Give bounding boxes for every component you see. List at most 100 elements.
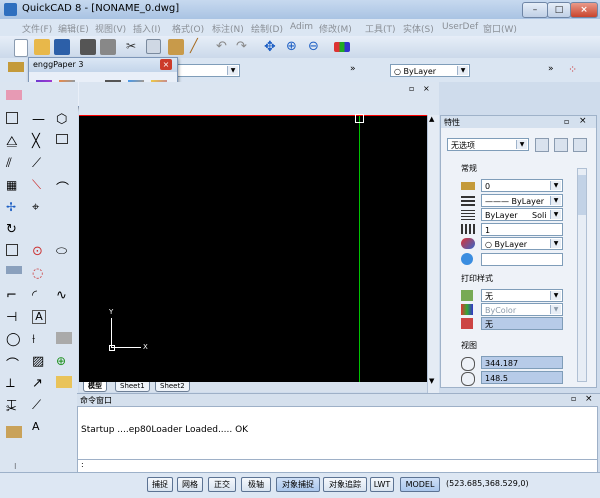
- close-button[interactable]: ×: [570, 2, 598, 18]
- leader-icon[interactable]: ↗: [32, 376, 48, 392]
- command-close-icon[interactable]: ×: [585, 394, 593, 404]
- doc-restore-icon[interactable]: ▫: [409, 84, 414, 93]
- floating-toolbar-close-icon[interactable]: ×: [160, 59, 172, 70]
- select-objects-icon[interactable]: [535, 138, 549, 152]
- selection-dropdown[interactable]: 无选项 ▼: [447, 138, 529, 151]
- floating-toolbar-header[interactable]: enggPaper 3 ×: [29, 58, 177, 72]
- break-icon[interactable]: ◯: [6, 332, 22, 348]
- scroll-up-icon[interactable]: ▲: [429, 115, 434, 123]
- erase-icon[interactable]: [6, 90, 22, 100]
- print-style-dropdown[interactable]: 无 ▼: [481, 289, 563, 302]
- chamfer-icon[interactable]: ⌒: [6, 354, 22, 373]
- minimize-button[interactable]: –: [522, 2, 548, 18]
- lineweight-dropdown[interactable]: ByLayer Soli ▼: [481, 208, 563, 221]
- toolbar-expand-icon[interactable]: ⁝: [14, 462, 17, 471]
- panel-float-icon[interactable]: ▫: [564, 117, 569, 126]
- view-y-field[interactable]: 148.5: [481, 371, 563, 384]
- rectangle-icon[interactable]: [56, 134, 68, 144]
- tab-sheet2[interactable]: Sheet2: [155, 382, 190, 392]
- view-x-field[interactable]: 344.187: [481, 356, 563, 369]
- menu-format[interactable]: 格式(O): [172, 22, 204, 35]
- color-dropdown[interactable]: 0 ▼: [481, 179, 563, 192]
- ellipse-icon[interactable]: ⬭: [56, 244, 72, 260]
- menu-modify[interactable]: 修改(M): [319, 22, 352, 35]
- toolbar-overflow-icon-2[interactable]: »: [548, 64, 554, 74]
- dim-linear-icon[interactable]: ⟊: [32, 332, 48, 348]
- layer-dropdown[interactable]: ▼: [176, 64, 240, 77]
- tab-sheet1[interactable]: Sheet1: [115, 382, 150, 392]
- extend-icon[interactable]: ⊣: [6, 310, 22, 326]
- arc-icon[interactable]: ◜: [32, 288, 48, 304]
- scale-icon[interactable]: [6, 244, 18, 256]
- measure-icon[interactable]: ⟋: [32, 398, 48, 414]
- print-color-dropdown[interactable]: ByColor ▼: [481, 303, 563, 316]
- line-icon[interactable]: —: [32, 112, 48, 128]
- print-table-field[interactable]: 无: [481, 317, 563, 330]
- hatch-icon[interactable]: ▨: [32, 354, 48, 370]
- text-a-icon[interactable]: A: [32, 420, 48, 436]
- snap-button[interactable]: 捕捉: [147, 477, 173, 492]
- canvas-vscroll[interactable]: ▲ ▼: [427, 115, 439, 393]
- point-icon[interactable]: ⌖: [32, 200, 48, 216]
- menu-tools[interactable]: 工具(T): [365, 22, 396, 35]
- snap-settings-icon[interactable]: ⁘: [568, 63, 582, 77]
- drawing-canvas[interactable]: Y X: [79, 114, 427, 383]
- cut-icon[interactable]: ✂: [126, 39, 142, 55]
- otrack-button[interactable]: 对象追踪: [323, 477, 367, 492]
- copy-icon[interactable]: [146, 39, 161, 54]
- command-float-icon[interactable]: ▫: [571, 394, 576, 403]
- circle-tool-icon[interactable]: ⊙: [32, 244, 48, 260]
- menu-userdef[interactable]: UserDef: [442, 22, 478, 32]
- add-icon[interactable]: ⊕: [56, 354, 72, 370]
- polygon-icon[interactable]: ⬡: [56, 112, 72, 128]
- arc-3p-icon[interactable]: ⌒: [56, 178, 72, 197]
- menu-draw[interactable]: 绘制(D): [251, 22, 283, 35]
- rotate-icon[interactable]: ↻: [6, 222, 22, 238]
- panel-scroll-thumb[interactable]: [578, 175, 586, 215]
- plotcolor-dropdown[interactable]: ○ ByLayer ▼: [481, 237, 563, 250]
- ray-icon[interactable]: ⟍: [32, 178, 48, 194]
- quick-select-icon[interactable]: [554, 138, 568, 152]
- insert-block-icon[interactable]: [56, 332, 72, 344]
- trim-cut-icon[interactable]: ✂: [6, 402, 22, 418]
- fillet-icon[interactable]: ⟂: [6, 376, 22, 392]
- command-input[interactable]: :: [77, 459, 598, 473]
- circle-3p-icon[interactable]: ◌: [32, 266, 48, 282]
- spline-icon[interactable]: ∿: [56, 288, 72, 304]
- model-button[interactable]: MODEL: [400, 477, 440, 492]
- xline-icon[interactable]: ╳: [32, 134, 48, 150]
- menu-dimension[interactable]: 标注(N): [212, 22, 244, 35]
- menu-insert[interactable]: 插入(I): [133, 22, 161, 35]
- array-icon[interactable]: ▦: [6, 178, 22, 194]
- menu-solid[interactable]: 实体(S): [403, 22, 434, 35]
- text-icon[interactable]: A: [32, 310, 46, 324]
- menu-edit[interactable]: 编辑(E): [58, 22, 89, 35]
- redo-icon[interactable]: ↷: [236, 39, 252, 55]
- tab-model[interactable]: 模型: [83, 382, 107, 392]
- polyline-icon[interactable]: ⟋: [32, 156, 48, 172]
- paste-icon[interactable]: [168, 39, 184, 55]
- mirror-icon[interactable]: ⧋: [6, 134, 22, 150]
- ltscale-field[interactable]: 1: [481, 223, 563, 236]
- hyperlink-field[interactable]: [481, 253, 563, 266]
- grid-button[interactable]: 网格: [177, 477, 203, 492]
- print-preview-icon[interactable]: [100, 39, 116, 55]
- lwt-button[interactable]: LWT: [370, 477, 394, 492]
- plot-style-dropdown[interactable]: ○ ByLayer ▼: [390, 64, 470, 77]
- layer-manager-icon[interactable]: [8, 62, 24, 72]
- open-folder-icon[interactable]: [34, 39, 50, 55]
- properties-icon[interactable]: [334, 42, 350, 52]
- move-icon[interactable]: ✢: [6, 200, 22, 216]
- pickadd-icon[interactable]: [573, 138, 587, 152]
- zoom-window-icon[interactable]: ⊖: [308, 39, 324, 55]
- pan-icon[interactable]: ✥: [264, 39, 280, 55]
- match-properties-icon[interactable]: ╱: [190, 39, 206, 55]
- menu-window[interactable]: 窗口(W): [483, 22, 517, 35]
- panel-scrollbar[interactable]: [577, 168, 587, 382]
- panel-close-icon[interactable]: ×: [579, 116, 587, 126]
- maximize-button[interactable]: □: [547, 2, 571, 18]
- block-icon[interactable]: [6, 426, 22, 438]
- undo-icon[interactable]: ↶: [216, 39, 232, 55]
- region-icon[interactable]: [56, 376, 72, 388]
- trim-icon[interactable]: ⌐: [6, 288, 22, 304]
